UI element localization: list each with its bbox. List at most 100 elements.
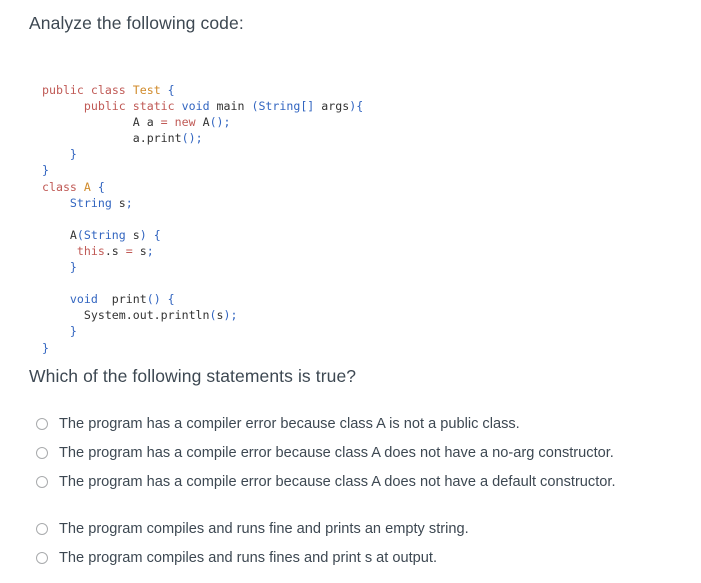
- code-line: System.out.println(s);: [42, 307, 363, 323]
- radio-button-icon[interactable]: [36, 476, 48, 488]
- radio-button-icon[interactable]: [36, 447, 48, 459]
- code-line: void print() {: [42, 291, 363, 307]
- code-token: {: [167, 83, 175, 97]
- code-token: public: [42, 83, 84, 97]
- code-line: public static void main (String[] args){: [42, 98, 363, 114]
- code-token: []: [300, 99, 315, 114]
- code-line: }: [42, 340, 363, 356]
- code-token: void: [69, 292, 98, 307]
- code-line: public class Test {: [42, 82, 363, 98]
- answer-option-3[interactable]: The program has a compile error because …: [36, 472, 696, 501]
- code-token: ;: [195, 131, 203, 146]
- code-token: (: [209, 308, 217, 323]
- code-line: class A {: [42, 179, 363, 195]
- code-token: (: [76, 227, 84, 242]
- code-token: .s: [104, 243, 126, 258]
- code-token: (): [181, 131, 196, 146]
- code-token: ;: [125, 195, 133, 210]
- code-line: String s;: [42, 195, 363, 211]
- answer-option-2[interactable]: The program has a compile error because …: [36, 443, 696, 472]
- code-line: }: [42, 259, 363, 275]
- code-token: s: [132, 243, 147, 258]
- code-token: {: [167, 292, 175, 307]
- page-title: Analyze the following code:: [29, 13, 244, 33]
- code-token: String: [258, 99, 301, 114]
- code-token: public: [83, 99, 126, 114]
- code-line: A a = new A();: [42, 114, 363, 130]
- code-token: }: [69, 324, 77, 339]
- code-token: ;: [223, 115, 231, 130]
- code-line: this.s = s;: [42, 243, 363, 259]
- answer-option-label[interactable]: The program has a compiler error because…: [59, 414, 520, 434]
- code-line: }: [42, 323, 363, 339]
- code-token: class: [90, 83, 126, 97]
- code-token: (): [209, 115, 224, 130]
- code-token: main: [209, 99, 252, 114]
- code-token: A: [83, 179, 91, 194]
- code-token: }: [42, 163, 49, 178]
- code-token: print: [97, 292, 147, 307]
- code-token: String: [69, 195, 112, 210]
- code-snippet: public class Test { public static void m…: [42, 82, 363, 356]
- code-token: A: [42, 227, 77, 242]
- code-token: {: [97, 179, 105, 194]
- answer-option-label[interactable]: The program compiles and runs fines and …: [59, 548, 437, 568]
- answer-option-label[interactable]: The program has a compile error because …: [59, 443, 614, 463]
- code-token: s: [111, 195, 126, 210]
- radio-button-icon[interactable]: [36, 418, 48, 430]
- code-token: {: [153, 227, 161, 242]
- code-token: class: [42, 179, 77, 194]
- code-token: A a: [42, 115, 161, 130]
- answer-option-label[interactable]: The program compiles and runs fine and p…: [59, 519, 469, 539]
- code-line: A(String s) {: [42, 227, 363, 243]
- code-token: System.out.println: [42, 308, 210, 323]
- code-token: Test: [132, 83, 161, 97]
- code-token: }: [69, 147, 77, 162]
- code-token: =: [125, 243, 133, 258]
- answer-option-label[interactable]: The program has a compile error because …: [59, 472, 616, 492]
- code-token: static: [132, 99, 175, 114]
- code-token: new: [174, 115, 196, 130]
- code-token: s: [216, 308, 224, 323]
- question-title: Which of the following statements is tru…: [29, 366, 357, 386]
- radio-button-icon[interactable]: [36, 523, 48, 535]
- code-token: (): [146, 292, 161, 307]
- code-token: }: [69, 260, 77, 275]
- code-line: }: [42, 146, 363, 162]
- code-token: this: [76, 243, 105, 258]
- code-token: a.print: [42, 131, 182, 146]
- code-line: a.print();: [42, 130, 363, 146]
- code-token: }: [42, 340, 49, 355]
- code-line: }: [42, 162, 363, 178]
- code-token: ): [139, 227, 147, 242]
- code-token: =: [160, 115, 168, 130]
- code-token: A: [195, 115, 210, 130]
- radio-button-icon[interactable]: [36, 552, 48, 564]
- answer-option-1[interactable]: The program has a compiler error because…: [36, 414, 696, 443]
- code-token: ;: [230, 308, 238, 323]
- code-token: String: [83, 227, 126, 242]
- code-token: ;: [146, 243, 154, 258]
- code-token: void: [181, 99, 210, 114]
- code-token: s: [125, 227, 140, 242]
- answer-option-4[interactable]: The program compiles and runs fine and p…: [36, 519, 696, 548]
- answer-option-5[interactable]: The program compiles and runs fines and …: [36, 548, 696, 577]
